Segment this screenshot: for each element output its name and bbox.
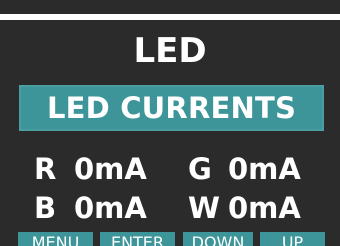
down-softkey[interactable]: DOWN xyxy=(183,232,253,246)
section-banner: LED CURRENTS xyxy=(19,85,324,131)
channel-label-white: W xyxy=(188,191,220,225)
display-panel: LED LED CURRENTS R 0mA G 0mA B 0mA W 0mA MEN… xyxy=(0,20,340,246)
reading-blue: B 0mA xyxy=(34,191,147,225)
current-value-green: 0mA xyxy=(228,152,301,186)
current-value-white: 0mA xyxy=(228,191,301,225)
channel-label-red: R xyxy=(34,152,57,186)
channel-label-blue: B xyxy=(34,191,57,225)
current-value-blue: 0mA xyxy=(74,191,147,225)
channel-label-green: G xyxy=(188,152,212,186)
reading-green: G 0mA xyxy=(188,152,301,186)
reading-red: R 0mA xyxy=(34,152,147,186)
up-softkey[interactable]: UP xyxy=(260,232,325,246)
current-value-red: 0mA xyxy=(74,152,147,186)
enter-softkey[interactable]: ENTER xyxy=(100,232,175,246)
screen-title: LED xyxy=(133,31,207,71)
reading-white: W 0mA xyxy=(188,191,301,225)
menu-softkey[interactable]: MENU xyxy=(18,232,93,246)
top-bezel xyxy=(0,0,340,14)
